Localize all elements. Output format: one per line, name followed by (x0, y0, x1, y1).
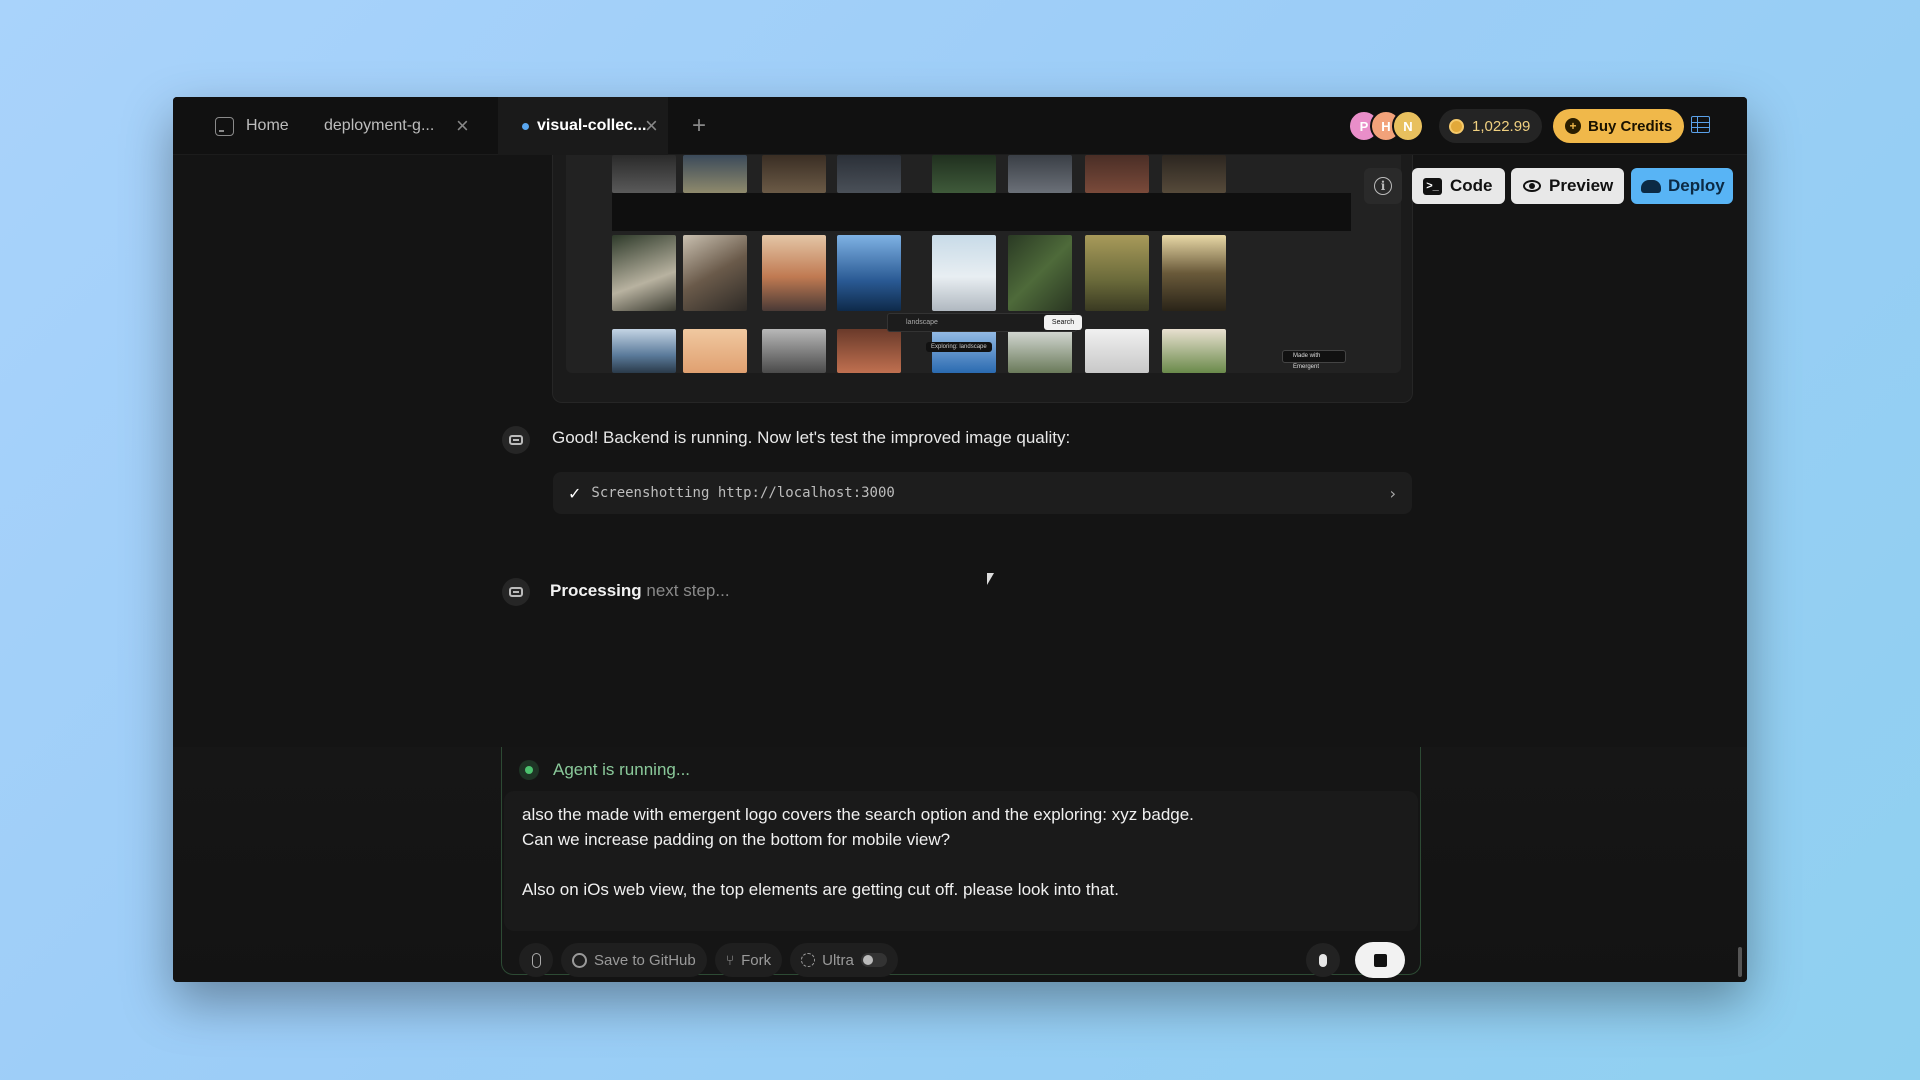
gallery-thumbnail (932, 235, 996, 311)
gallery-thumbnail (1008, 235, 1072, 311)
deploy-button[interactable]: Deploy (1631, 168, 1733, 204)
tool-call-row[interactable]: ✓ Screenshotting http://localhost:3000 › (553, 472, 1412, 514)
tab-home-label: Home (246, 117, 289, 134)
app-window: Home deployment-g... × visual-collec... … (173, 97, 1747, 982)
gallery-thumbnail (837, 155, 901, 193)
gallery-thumbnail (1008, 329, 1072, 373)
avatar: N (1392, 110, 1424, 142)
agent-status: Agent is running... (519, 760, 690, 780)
preview-button[interactable]: Preview (1511, 168, 1624, 204)
info-icon: i (1374, 177, 1392, 195)
preview-label: Preview (1549, 176, 1614, 195)
code-label: Code (1450, 176, 1493, 195)
fork-label: Fork (741, 951, 772, 969)
processing-rest: next step... (641, 581, 730, 600)
layout-grid-icon[interactable] (1691, 116, 1710, 133)
tab-home[interactable]: Home (215, 97, 289, 155)
gallery-thumbnail (837, 235, 901, 311)
gallery-thumbnail (1008, 155, 1072, 193)
credits-balance[interactable]: 1,022.99 (1439, 109, 1543, 143)
mouse-cursor-icon (987, 573, 994, 585)
fork-icon: ⑂ (725, 952, 735, 968)
gallery-thumbnail (683, 155, 747, 193)
gallery-thumbnail (1085, 155, 1149, 193)
ultra-label: Ultra (822, 951, 854, 969)
tool-call-text: Screenshotting http://localhost:3000 (591, 485, 895, 501)
gallery-thumbnail (612, 235, 676, 311)
info-button[interactable]: i (1364, 168, 1402, 204)
cloud-upload-icon (1641, 179, 1661, 193)
paperclip-icon (531, 952, 541, 968)
scrollbar[interactable] (1738, 947, 1742, 977)
preview-made-with-badge: Made with Emergent (1282, 350, 1346, 370)
gallery-thumbnail (762, 235, 826, 311)
gallery-thumbnail (762, 329, 826, 373)
home-icon (215, 116, 234, 136)
stop-button[interactable] (1355, 942, 1405, 978)
plus-icon: + (1565, 118, 1581, 134)
check-icon: ✓ (568, 483, 582, 503)
coin-icon (1449, 118, 1464, 134)
tab-visual-collection[interactable]: visual-collec... (498, 97, 668, 155)
agent-message: Good! Backend is running. Now let's test… (552, 428, 1071, 447)
message-input[interactable]: also the made with emergent logo covers … (504, 791, 1418, 931)
gallery-thumbnail (1162, 329, 1226, 373)
gallery-strip (612, 193, 1351, 231)
ultra-icon (801, 953, 816, 967)
chevron-right-icon[interactable]: › (1390, 484, 1396, 503)
gallery-thumbnail (612, 155, 676, 193)
agent-status-label: Agent is running... (553, 760, 691, 779)
tab-active-close-icon[interactable]: × (645, 97, 658, 155)
composer-toolbar: Save to GitHub ⑂ Fork Ultra (519, 943, 898, 977)
buy-credits-button[interactable]: + Buy Credits (1553, 109, 1685, 143)
screenshot-preview-card: landscape Search Exploring: landscape Ma… (552, 155, 1413, 403)
gallery-thumbnail (1162, 235, 1226, 311)
screenshot-image: landscape Search Exploring: landscape Ma… (566, 155, 1401, 373)
gallery-thumbnail (683, 329, 747, 373)
gallery-thumbnail (1162, 155, 1226, 193)
tab-active-label: visual-collec... (537, 117, 647, 134)
ultra-switch[interactable] (860, 953, 887, 967)
gallery-thumbnail (932, 155, 996, 193)
terminal-icon: >_ (1423, 177, 1442, 195)
fork-button[interactable]: ⑂ Fork (714, 943, 783, 977)
tab-deployment-close-icon[interactable]: × (456, 97, 469, 155)
eye-icon (1523, 180, 1541, 192)
running-dot-icon (519, 760, 539, 780)
tab-deployment-label: deployment-g... (324, 117, 435, 134)
gallery-thumbnail (762, 155, 826, 193)
new-tab-plus-icon[interactable]: + (692, 97, 706, 155)
gallery-thumbnail (683, 235, 747, 311)
stop-icon (1373, 953, 1387, 967)
credits-value: 1,022.99 (1472, 117, 1531, 135)
agent-avatar-icon (502, 578, 530, 606)
microphone-icon (1319, 953, 1327, 967)
microphone-button[interactable] (1306, 943, 1340, 977)
ultra-toggle[interactable]: Ultra (790, 943, 898, 977)
save-github-label: Save to GitHub (594, 951, 696, 969)
tab-bar: Home deployment-g... × visual-collec... … (173, 97, 1747, 155)
agent-avatar-icon (502, 426, 530, 454)
tab-deployment[interactable]: deployment-g... (324, 97, 474, 155)
buy-credits-label: Buy Credits (1588, 117, 1673, 135)
gallery-thumbnail (1085, 329, 1149, 373)
attach-button[interactable] (519, 943, 553, 977)
github-icon (572, 952, 587, 968)
processing-bold: Processing (550, 581, 642, 600)
code-button[interactable]: >_ Code (1412, 168, 1505, 204)
processing-status: Processing next step... (550, 581, 730, 601)
gallery-thumbnail (612, 329, 676, 373)
preview-exploring-badge: Exploring: landscape (926, 342, 992, 352)
gallery-thumbnail (837, 329, 901, 373)
deploy-label: Deploy (1668, 176, 1725, 195)
preview-search-button: Search (1044, 315, 1082, 330)
active-tab-dot-icon (522, 122, 529, 130)
gallery-thumbnail (1085, 235, 1149, 311)
save-to-github-button[interactable]: Save to GitHub (561, 943, 707, 977)
